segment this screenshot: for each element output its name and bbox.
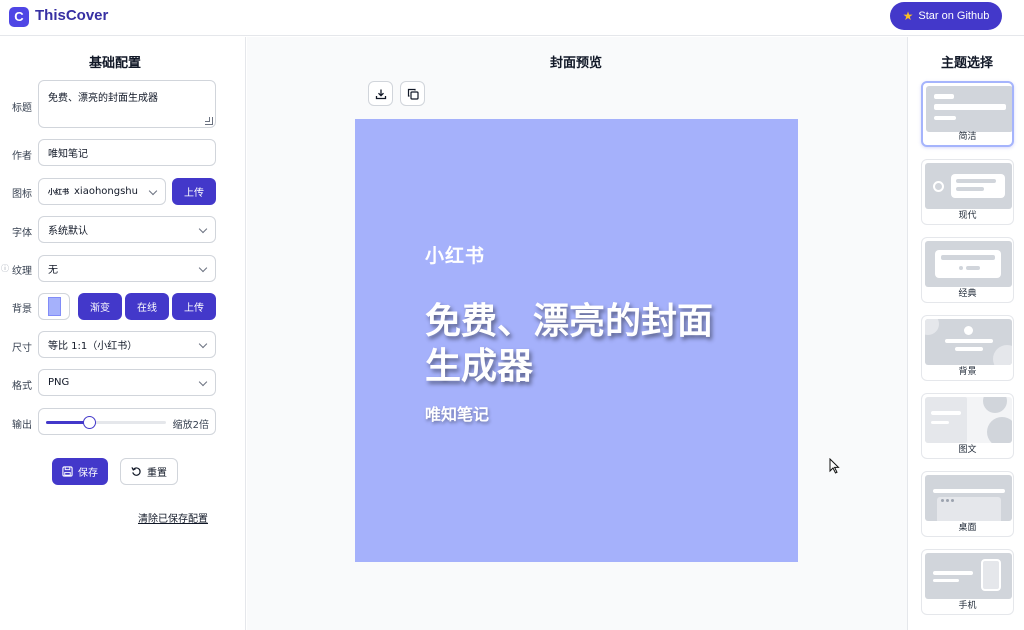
author-input-value: 唯知笔记 (48, 149, 88, 160)
theme-thumbnail (925, 163, 1012, 209)
size-label: 尺寸 (12, 343, 32, 354)
texture-select-value: 无 (48, 265, 58, 276)
copy-button[interactable] (400, 81, 425, 106)
reset-icon (131, 467, 141, 476)
theme-desktop[interactable]: 桌面 (921, 471, 1014, 537)
resize-handle-icon[interactable] (205, 117, 213, 125)
texture-label: 纹理 (12, 266, 32, 277)
theme-thumbnail (926, 86, 1012, 132)
basic-config-panel: 基础配置 标题 免费、漂亮的封面生成器 作者 唯知笔记 图标 小红书 xiaoh… (0, 37, 246, 630)
copy-icon (407, 88, 419, 100)
background-label: 背景 (12, 304, 32, 315)
theme-thumbnail (925, 241, 1012, 287)
font-select[interactable]: 系统默认 (38, 216, 216, 243)
app-header: C ThisCover ★ Star on Github (0, 0, 1024, 36)
chevron-down-icon (148, 186, 158, 196)
theme-label: 经典 (958, 289, 977, 299)
save-button-label: 保存 (78, 468, 98, 479)
author-input[interactable]: 唯知笔记 (38, 139, 216, 166)
star-icon: ★ (902, 9, 914, 23)
color-swatch (48, 297, 61, 316)
mouse-cursor-icon (829, 458, 840, 474)
logo-icon: C (9, 7, 29, 27)
gradient-button[interactable]: 渐变 (78, 293, 122, 320)
theme-select-title: 主题选择 (941, 56, 994, 71)
texture-select[interactable]: 无 (38, 255, 216, 282)
save-icon (62, 466, 73, 477)
theme-background[interactable]: 背景 (921, 315, 1014, 381)
icon-select-value: xiaohongshu (74, 186, 138, 197)
chevron-down-icon (198, 339, 208, 349)
output-label: 输出 (12, 420, 32, 431)
icon-label: 图标 (12, 189, 32, 200)
format-select-value: PNG (48, 377, 70, 388)
theme-thumbnail (925, 475, 1012, 521)
theme-label: 手机 (958, 601, 977, 611)
theme-label: 图文 (958, 445, 977, 455)
download-icon (375, 89, 386, 99)
format-select[interactable]: PNG (38, 369, 216, 396)
cover-canvas: 小红书 免费、漂亮的封面生成器 唯知笔记 (355, 119, 798, 562)
theme-label: 现代 (958, 211, 977, 221)
theme-modern[interactable]: 现代 (921, 159, 1014, 225)
cover-preview-title: 封面预览 (550, 56, 603, 71)
icon-select[interactable]: 小红书 xiaohongshu (38, 178, 166, 205)
cover-title: 免费、漂亮的封面生成器 (425, 301, 714, 387)
reset-button-label: 重置 (147, 468, 167, 479)
cover-xiaohongshu-logo: 小红书 (425, 245, 486, 267)
theme-simple[interactable]: 简洁 (921, 81, 1014, 147)
theme-select-panel: 主题选择 简洁 现代 经典 背景 图文 桌面 手机 (907, 37, 1024, 630)
theme-classic[interactable]: 经典 (921, 237, 1014, 303)
size-select-value: 等比 1:1（小红书） (48, 341, 138, 352)
title-input[interactable]: 免费、漂亮的封面生成器 (38, 80, 216, 128)
clear-saved-config-link[interactable]: 清除已保存配置 (138, 510, 208, 525)
icon-upload-button[interactable]: 上传 (172, 178, 216, 205)
theme-thumbnail (925, 553, 1012, 599)
app-title: ThisCover (35, 7, 109, 24)
output-scale-slider[interactable] (46, 416, 166, 429)
download-button[interactable] (368, 81, 393, 106)
cover-author: 唯知笔记 (425, 405, 490, 424)
output-scale-control: 缩放2倍 (38, 408, 216, 435)
info-icon: ⓘ (1, 264, 9, 273)
theme-label: 桌面 (958, 523, 977, 533)
theme-thumbnail (925, 397, 1012, 443)
font-select-value: 系统默认 (48, 226, 88, 237)
cover-preview-panel: 封面预览 小红书 免费、漂亮的封面生成器 唯知笔记 (247, 37, 907, 630)
background-color-picker[interactable] (38, 293, 70, 320)
font-label: 字体 (12, 228, 32, 239)
online-button[interactable]: 在线 (125, 293, 169, 320)
size-select[interactable]: 等比 1:1（小红书） (38, 331, 216, 358)
xiaohongshu-icon: 小红书 (48, 187, 69, 196)
github-button-label: Star on Github (918, 10, 990, 22)
output-scale-text: 缩放2倍 (172, 420, 209, 431)
theme-label: 简洁 (958, 132, 977, 142)
theme-image-text[interactable]: 图文 (921, 393, 1014, 459)
save-button[interactable]: 保存 (52, 458, 108, 485)
basic-config-title: 基础配置 (89, 56, 142, 71)
star-on-github-button[interactable]: ★ Star on Github (890, 2, 1002, 30)
format-label: 格式 (12, 381, 32, 392)
chevron-down-icon (198, 377, 208, 387)
reset-button[interactable]: 重置 (120, 458, 178, 485)
theme-label: 背景 (958, 367, 977, 377)
chevron-down-icon (198, 263, 208, 273)
slider-thumb[interactable] (83, 416, 97, 429)
theme-phone[interactable]: 手机 (921, 549, 1014, 615)
title-input-value: 免费、漂亮的封面生成器 (48, 93, 158, 104)
background-upload-button[interactable]: 上传 (172, 293, 216, 320)
title-label: 标题 (12, 103, 32, 114)
chevron-down-icon (198, 224, 208, 234)
author-label: 作者 (12, 151, 32, 162)
theme-thumbnail (925, 319, 1012, 365)
